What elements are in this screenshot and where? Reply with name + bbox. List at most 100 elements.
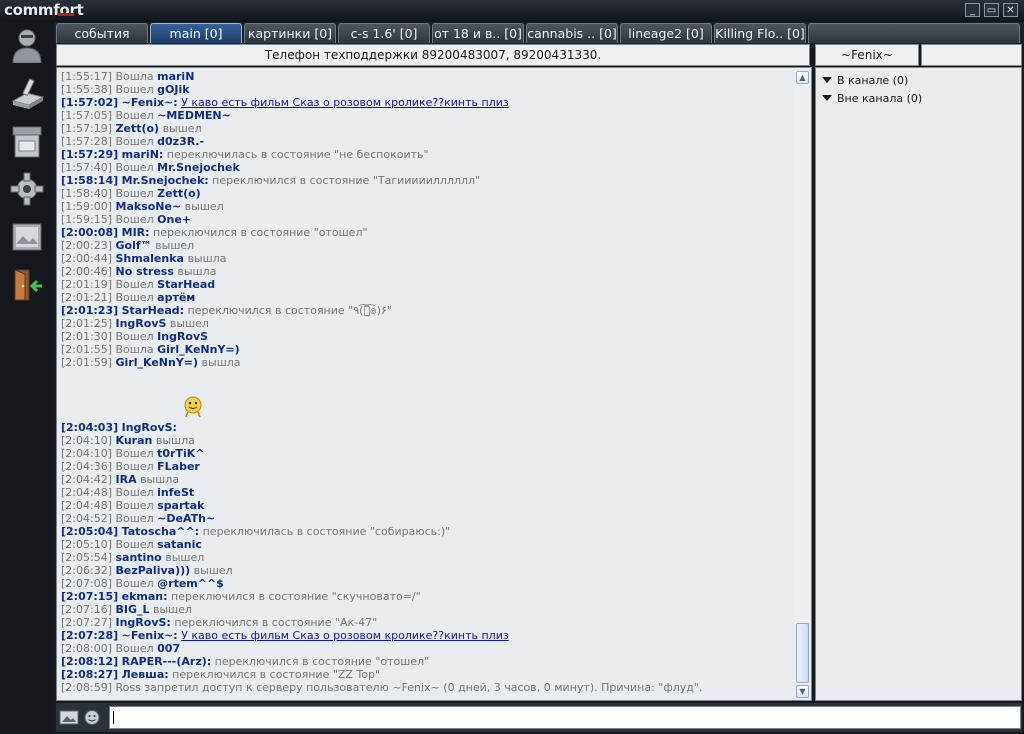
gear-icon[interactable] <box>8 170 46 208</box>
user-nick[interactable]: ~MEDMEN~ <box>157 109 231 122</box>
tab-main[interactable]: main [0] <box>150 23 242 43</box>
user-nick[interactable]: артём <box>157 291 195 304</box>
profile-icon[interactable] <box>8 26 46 64</box>
user-nick[interactable]: 007 <box>157 642 180 655</box>
user-nick[interactable]: MaksoNe~ <box>116 200 182 213</box>
user-nick[interactable]: BIG_L <box>116 603 150 616</box>
tab-events[interactable]: события <box>56 23 148 43</box>
user-nick[interactable]: Mr.Snejochek <box>157 161 240 174</box>
timestamp: [2:05:04] <box>61 525 119 538</box>
user-nick[interactable]: StarHead <box>157 278 215 291</box>
chat-message: [2:07:16] BIG_L вышел <box>61 603 791 616</box>
user-nick[interactable]: IRA <box>116 473 137 486</box>
user-nick[interactable]: d0z3R.- <box>157 135 204 148</box>
chat-message: [2:08:00] Вошел 007 <box>61 642 791 655</box>
chat-message: [2:00:44] Shmalenka вышла <box>61 252 791 265</box>
timestamp: [1:59:00] <box>61 200 112 213</box>
user-nick[interactable]: FLaber <box>157 460 200 473</box>
user-nick[interactable]: BezPaliva))) <box>116 564 191 577</box>
scroll-down-button[interactable]: ▼ <box>796 685 809 698</box>
chat-message: [2:07:08] Вошел @rtem^^$ <box>61 577 791 590</box>
image-icon[interactable] <box>8 218 46 256</box>
timestamp: [2:08:12] <box>61 655 119 668</box>
user-nick[interactable]: MIR: <box>122 226 150 239</box>
user-nick[interactable]: IngRovS: <box>122 421 177 434</box>
user-nick[interactable]: No stress <box>116 265 174 278</box>
action-text: Вошел <box>115 512 158 525</box>
user-nick[interactable]: ~Fenix~: <box>122 629 178 642</box>
user-nick[interactable]: Shmalenka <box>116 252 184 265</box>
user-nick[interactable]: spartak <box>157 499 204 512</box>
user-nick[interactable]: Kuran <box>116 434 153 447</box>
user-nick[interactable]: Zett(o) <box>157 187 201 200</box>
scroll-thumb[interactable] <box>796 623 809 683</box>
close-button[interactable]: ✕ <box>1003 3 1018 17</box>
user-nick[interactable]: IngRovS: <box>116 616 171 629</box>
tab-lineage2[interactable]: lineage2 [0] <box>620 23 712 43</box>
action-text: Вошла <box>115 343 158 356</box>
user-nick[interactable]: t0rTiK^ <box>157 447 204 460</box>
chat-message: [2:01:55] Вошла Girl_KeNnY=) <box>61 343 791 356</box>
tab-pictures[interactable]: картинки [0] <box>244 23 336 43</box>
message-input[interactable] <box>109 706 1021 729</box>
user-nick[interactable]: ekman: <box>122 590 168 603</box>
group-in-channel[interactable]: В канале (0) <box>822 74 908 87</box>
chat-message: [1:57:05] Вошел ~MEDMEN~ <box>61 109 791 122</box>
maximize-button[interactable]: ▭ <box>984 3 999 17</box>
user-nick[interactable]: Girl_KeNnY=) <box>157 343 240 356</box>
user-nick[interactable]: @rtem^^$ <box>157 577 224 590</box>
timestamp: [1:57:40] <box>61 161 112 174</box>
action-text: вышла <box>136 473 180 486</box>
image-insert-icon[interactable] <box>59 709 79 726</box>
timestamp: [2:01:19] <box>61 278 112 291</box>
user-nick[interactable]: ~Fenix~: <box>122 96 178 109</box>
chat-log[interactable]: [1:55:17] Вошла mariN [1:55:38] Вошел gOJ… <box>56 67 812 701</box>
user-nick[interactable]: mariN: <box>122 148 164 161</box>
tab-18plus[interactable]: от 18 и в.. [0] <box>432 23 524 43</box>
user-nick[interactable]: santino <box>116 551 162 564</box>
smiley-insert-icon[interactable] <box>82 709 102 726</box>
message-link[interactable]: У каво есть фильм Сказ о розовом кролике… <box>181 629 509 642</box>
action-text: Вошел <box>115 161 158 174</box>
tab-cannabis[interactable]: cannabis .. [0] <box>526 23 618 43</box>
chat-message: [2:04:36] Вошел FLaber <box>61 460 791 473</box>
timestamp: [2:01:59] <box>61 356 112 369</box>
tab-cs16[interactable]: c-s 1.6' [0] <box>338 23 430 43</box>
user-nick[interactable]: ~DeATh~ <box>157 512 215 525</box>
user-nick[interactable]: One+ <box>157 213 191 226</box>
user-nick[interactable]: satanic <box>157 538 202 551</box>
user-nick[interactable]: IngRovS <box>116 317 167 330</box>
action-text: Вошел <box>115 213 158 226</box>
action-text: переключилась в состояние "собираюсь:)" <box>199 525 451 538</box>
printer-icon[interactable] <box>8 122 46 160</box>
user-nick[interactable]: Golf™ <box>116 239 152 252</box>
user-nick[interactable]: Girl_KeNnY=) <box>116 356 199 369</box>
user-nick[interactable]: Левша: <box>122 668 169 681</box>
scroll-up-button[interactable]: ▲ <box>796 71 809 84</box>
user-nick[interactable]: mariN <box>157 70 194 83</box>
user-nick[interactable]: Mr.Snejochek: <box>122 174 209 187</box>
minimize-button[interactable]: _ <box>965 3 980 17</box>
user-nick[interactable]: RAPER---(Arz): <box>122 655 212 668</box>
user-nick[interactable]: IngRovS <box>157 330 208 343</box>
user-nick[interactable]: StarHead: <box>122 304 184 317</box>
user-nick[interactable]: infeSt <box>157 486 194 499</box>
chat-scrollbar[interactable]: ▲ ▼ <box>795 69 810 699</box>
tab-killing-floor[interactable]: Killing Flo.. [0] <box>714 23 806 43</box>
chat-message: [2:04:48] Вошел spartak <box>61 499 791 512</box>
timestamp: [2:07:15] <box>61 590 119 603</box>
user-list-panel: В канале (0) Вне канала (0) <box>815 67 1022 701</box>
message-link[interactable]: У каво есть фильм Сказ о розовом кролике… <box>181 96 509 109</box>
user-nick[interactable]: gOJik <box>157 83 189 96</box>
exit-door-icon[interactable] <box>8 266 46 304</box>
pen-icon[interactable] <box>8 74 46 112</box>
action-text: Вошел <box>115 83 158 96</box>
group-outside-channel[interactable]: Вне канала (0) <box>822 92 922 105</box>
user-nick[interactable]: Zett(o) <box>116 122 160 135</box>
timestamp: [1:57:28] <box>61 135 112 148</box>
action-text: Вошел <box>115 499 158 512</box>
timestamp: [2:01:30] <box>61 330 112 343</box>
current-nick[interactable]: ~Fenix~ <box>815 44 919 66</box>
action-text: переключился в состояние "отошел" <box>149 226 368 239</box>
user-nick[interactable]: Tatoscha^^: <box>122 525 199 538</box>
